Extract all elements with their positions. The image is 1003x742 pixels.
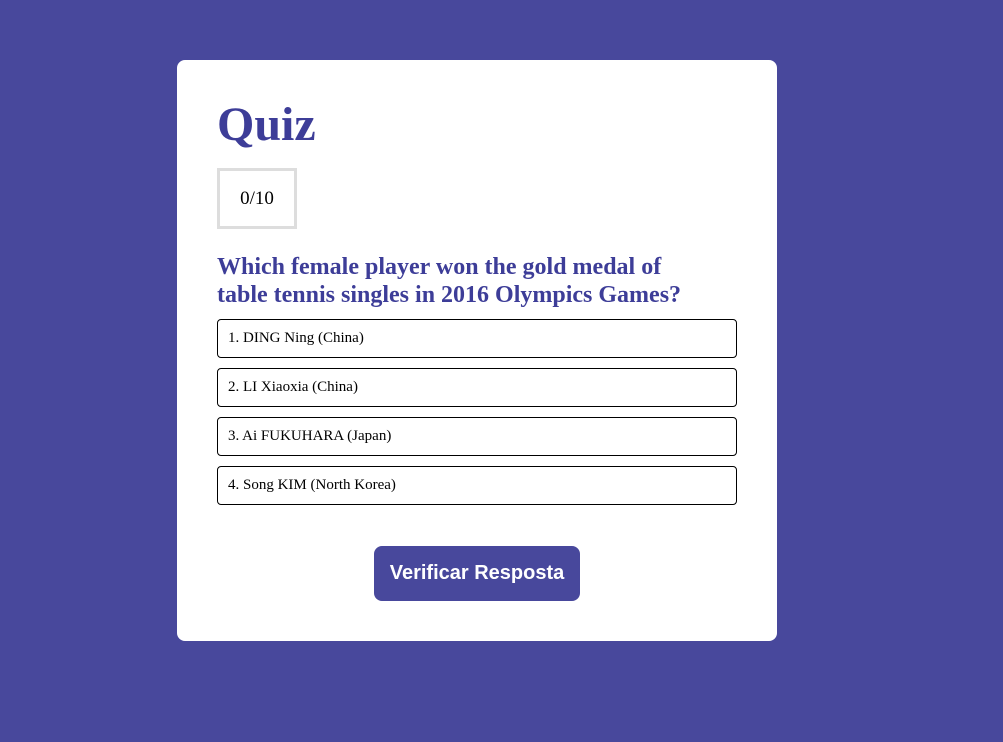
quiz-title: Quiz	[217, 98, 316, 151]
answer-option-4[interactable]: 4. Song KIM (North Korea)	[217, 466, 737, 505]
answer-option-3[interactable]: 3. Ai FUKUHARA (Japan)	[217, 417, 737, 456]
answer-options-list: 1. DING Ning (China) 2. LI Xiaoxia (Chin…	[217, 319, 737, 515]
score-counter: 0/10	[217, 168, 297, 229]
quiz-card: Quiz 0/10 Which female player won the go…	[177, 60, 777, 641]
question-text: Which female player won the gold medal o…	[217, 254, 682, 308]
answer-option-2[interactable]: 2. LI Xiaoxia (China)	[217, 368, 737, 407]
answer-option-1[interactable]: 1. DING Ning (China)	[217, 319, 737, 358]
verify-answer-button[interactable]: Verificar Resposta	[374, 546, 580, 601]
